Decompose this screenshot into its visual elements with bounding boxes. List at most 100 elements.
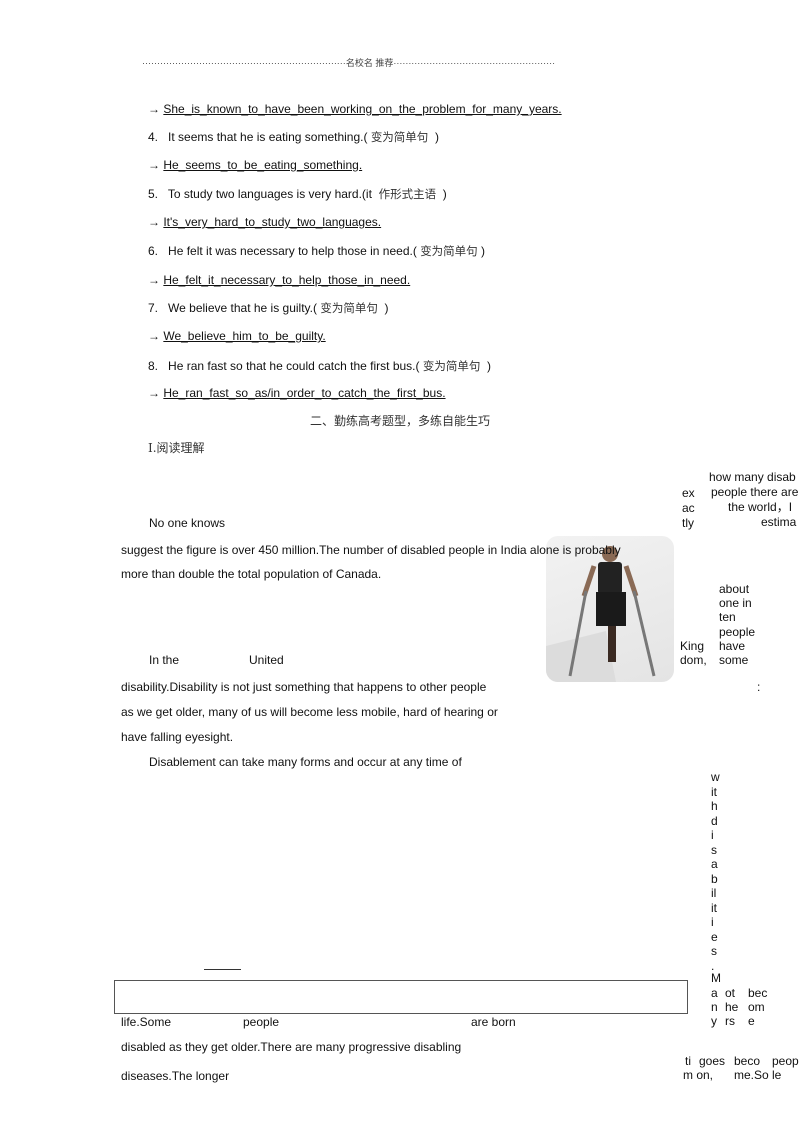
text-fragment: goes — [699, 1054, 726, 1068]
vertical-text-line: w — [711, 770, 720, 784]
header-text: 名校名 推荐 — [345, 58, 394, 68]
text-fragment: rs — [725, 1014, 735, 1028]
text-fragment: In the — [149, 653, 180, 667]
arrow-icon: → — [148, 102, 160, 116]
answer-text: It's_very_hard_to_study_two_languages. — [163, 215, 382, 229]
question-text: We believe that he is guilty.( — [168, 301, 317, 315]
question-number: 5. — [148, 187, 159, 201]
question-text: He felt it was necessary to help those i… — [168, 244, 417, 258]
text-fragment: life.Some — [121, 1015, 172, 1029]
paren: ) — [384, 301, 389, 315]
vertical-text-line: s — [711, 944, 717, 958]
text-fragment: : — [757, 680, 761, 694]
paragraph-text: as we get older, many of us will become … — [121, 705, 498, 719]
text-fragment: estima — [761, 515, 797, 529]
paragraph-text: No one knows — [149, 516, 226, 530]
text-fragment: tly — [682, 516, 694, 530]
answer-text: He_felt_it_necessary_to_help_those_in_ne… — [163, 273, 411, 287]
section-title: 二、勤练高考题型，多练自能生巧 — [310, 414, 491, 428]
subsection-title: Ⅰ.阅读理解 — [148, 441, 205, 455]
paren: ) — [487, 359, 492, 373]
paragraph-text: have falling eyesight. — [121, 730, 234, 744]
vertical-text-line: i — [711, 915, 714, 929]
answer-text: We_believe_him_to_be_guilty. — [163, 329, 326, 343]
arrow-icon: → — [148, 158, 160, 172]
question-7: 7. We believe that he is guilty.( 变为简单句 … — [148, 301, 389, 315]
question-number: 6. — [148, 244, 159, 258]
paragraph-text: diseases.The longer — [121, 1069, 230, 1083]
question-4: 4. It seems that he is eating something.… — [148, 130, 439, 144]
paren: ) — [434, 130, 439, 144]
paragraph-text: disability.Disability is not just someth… — [121, 680, 487, 694]
text-box — [114, 980, 688, 1014]
text-fragment: people there are — [711, 485, 799, 499]
arrow-icon: → — [148, 273, 160, 287]
answer-5: → It's_very_hard_to_study_two_languages. — [148, 215, 381, 229]
question-hint: 变为简单句 — [420, 244, 478, 258]
text-fragment: e — [748, 1014, 755, 1028]
man-on-crutches-illustration — [546, 546, 656, 682]
paragraph-text: suggest the figure is over 450 million.T… — [121, 543, 621, 557]
question-8: 8. He ran fast so that he could catch th… — [148, 359, 491, 373]
text-fragment: M — [711, 971, 721, 985]
paragraph-text: more than double the total population of… — [121, 567, 382, 581]
question-text: It seems that he is eating something.( — [168, 130, 368, 144]
man-on-crutches-image — [546, 536, 674, 682]
question-number: 7. — [148, 301, 159, 315]
answer-text: He_ran_fast_so_as/in_order_to_catch_the_… — [163, 386, 446, 400]
text-fragment: King — [680, 639, 705, 653]
vertical-text-line: a — [711, 857, 718, 871]
text-fragment: n — [711, 1000, 718, 1014]
answer-blank — [204, 969, 241, 970]
text-fragment: about — [719, 582, 750, 596]
text-fragment: the world，I — [728, 500, 793, 514]
answer-3: → She_is_known_to_have_been_working_on_t… — [148, 102, 562, 116]
text-fragment: beco — [734, 1054, 761, 1068]
text-fragment: me.So — [734, 1068, 769, 1082]
text-fragment: m on, — [683, 1068, 714, 1082]
arrow-icon: → — [148, 386, 160, 400]
text-fragment: le — [772, 1068, 782, 1082]
question-text: To study two languages is very hard.(it — [167, 187, 372, 201]
question-hint: 变为简单句 — [422, 359, 481, 373]
text-fragment: a — [711, 986, 718, 1000]
vertical-text-line: it — [711, 900, 717, 915]
vertical-text: w it h d i s a b il it i e s. — [711, 770, 720, 973]
text-fragment: he — [725, 1000, 739, 1014]
vertical-text-line: h — [711, 799, 718, 813]
answer-8: → He_ran_fast_so_as/in_order_to_catch_th… — [148, 386, 446, 400]
text-fragment: ten — [719, 610, 736, 624]
text-fragment: United — [249, 653, 284, 667]
vertical-text-line: il — [711, 886, 717, 900]
question-hint: 变为简单句 — [370, 130, 429, 144]
text-fragment: ex — [682, 486, 695, 500]
question-hint: 作形式主语 — [378, 187, 437, 201]
arrow-icon: → — [148, 215, 160, 229]
answer-text: She_is_known_to_have_been_working_on_the… — [163, 102, 562, 116]
text-fragment: bec — [748, 986, 768, 1000]
paren: ) — [481, 244, 486, 258]
answer-text: He_seems_to_be_eating_something. — [163, 158, 363, 172]
question-hint: 变为简单句 — [320, 301, 378, 315]
question-text: He ran fast so that he could catch the f… — [168, 359, 420, 373]
text-fragment: people — [719, 625, 756, 639]
answer-7: → We_believe_him_to_be_guilty. — [148, 329, 326, 343]
answer-6: → He_felt_it_necessary_to_help_those_in_… — [148, 273, 410, 287]
question-5: 5. To study two languages is very hard.(… — [148, 187, 447, 201]
question-number: 4. — [148, 130, 159, 144]
text-fragment: ot — [725, 986, 736, 1000]
paragraph-text: disabled as they get older.There are man… — [121, 1040, 462, 1054]
vertical-text-line: i — [711, 828, 714, 842]
question-6: 6. He felt it was necessary to help thos… — [148, 244, 485, 258]
text-fragment: y — [711, 1014, 717, 1028]
paren: ) — [442, 187, 447, 201]
text-fragment: are born — [471, 1015, 516, 1029]
text-fragment: one in — [719, 596, 752, 610]
vertical-text-line: d — [711, 813, 718, 828]
vertical-text-line: it — [711, 784, 717, 799]
text-fragment: ac — [682, 501, 695, 515]
question-number: 8. — [148, 359, 159, 373]
text-fragment: people — [243, 1015, 280, 1029]
text-fragment: peop — [772, 1054, 799, 1068]
text-fragment: have — [719, 639, 746, 653]
